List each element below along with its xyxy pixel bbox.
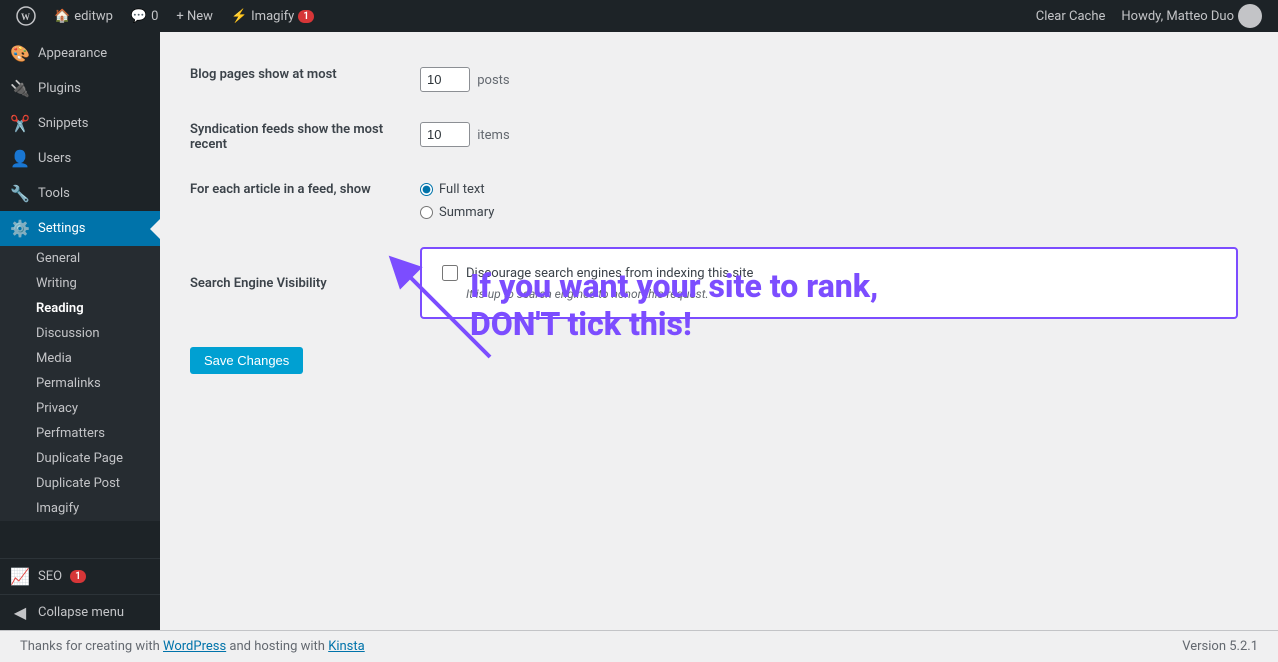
collapse-label: Collapse menu bbox=[38, 605, 124, 620]
feed-summary-label: Summary bbox=[439, 205, 494, 220]
user-label: Howdy, Matteo Duo bbox=[1121, 9, 1234, 24]
submenu-item-reading[interactable]: Reading bbox=[0, 296, 160, 321]
imagify-item[interactable]: ⚡ Imagify 1 bbox=[223, 0, 322, 32]
sidebar-item-label-snippets: Snippets bbox=[38, 116, 89, 131]
sidebar-item-label-tools: Tools bbox=[38, 186, 70, 201]
home-icon: 🏠 bbox=[54, 9, 70, 24]
sidebar-item-tools[interactable]: 🔧 Tools bbox=[0, 176, 160, 211]
sidebar-item-appearance[interactable]: 🎨 Appearance bbox=[0, 36, 160, 71]
site-name-item[interactable]: 🏠 editwp bbox=[46, 0, 121, 32]
clear-cache-item[interactable]: Clear Cache bbox=[1028, 0, 1114, 32]
collapse-menu-item[interactable]: ◀ Collapse menu bbox=[0, 595, 160, 630]
wp-logo-icon: W bbox=[16, 6, 36, 26]
comments-item[interactable]: 💬 0 bbox=[123, 0, 167, 32]
submenu-item-perfmatters[interactable]: Perfmatters bbox=[0, 421, 160, 446]
seo-icon: 📈 bbox=[10, 567, 30, 586]
submenu-item-general[interactable]: General bbox=[0, 246, 160, 271]
collapse-icon: ◀ bbox=[10, 603, 30, 622]
footer-kinsta-link[interactable]: Kinsta bbox=[328, 639, 365, 654]
submenu-item-discussion[interactable]: Discussion bbox=[0, 321, 160, 346]
new-item[interactable]: + New bbox=[168, 0, 221, 32]
save-changes-button[interactable]: Save Changes bbox=[190, 347, 303, 374]
settings-icon: ⚙️ bbox=[10, 219, 30, 238]
blog-pages-input[interactable] bbox=[420, 67, 470, 92]
sidebar-item-snippets[interactable]: ✂️ Snippets bbox=[0, 106, 160, 141]
submenu-item-duplicate-post[interactable]: Duplicate Post bbox=[0, 471, 160, 496]
imagify-label: Imagify bbox=[251, 9, 294, 24]
imagify-badge: 1 bbox=[298, 10, 314, 23]
feed-full-text-label: Full text bbox=[439, 182, 485, 197]
user-item[interactable]: Howdy, Matteo Duo bbox=[1113, 0, 1270, 32]
submenu-item-imagify[interactable]: Imagify bbox=[0, 496, 160, 521]
feed-article-label: For each article in a feed, show bbox=[190, 182, 371, 197]
submenu-item-writing[interactable]: Writing bbox=[0, 271, 160, 296]
submenu-item-privacy[interactable]: Privacy bbox=[0, 396, 160, 421]
sidebar-item-settings[interactable]: ⚙️ Settings bbox=[0, 211, 160, 246]
sidebar-item-label-users: Users bbox=[38, 151, 71, 166]
comment-icon: 💬 bbox=[131, 9, 147, 24]
feed-summary-radio[interactable] bbox=[420, 206, 433, 219]
seo-label: SEO bbox=[38, 569, 62, 584]
sidebar-item-users[interactable]: 👤 Users bbox=[0, 141, 160, 176]
feed-article-row: For each article in a feed, show Full te… bbox=[190, 167, 1248, 235]
users-icon: 👤 bbox=[10, 149, 30, 168]
wp-logo-item[interactable]: W bbox=[8, 0, 44, 32]
sidebar-item-seo[interactable]: 📈 SEO 1 bbox=[0, 559, 160, 594]
snippets-icon: ✂️ bbox=[10, 114, 30, 133]
sidebar-item-label-appearance: Appearance bbox=[38, 46, 107, 61]
syndication-unit: items bbox=[477, 128, 509, 143]
feed-radio-group: Full text Summary bbox=[420, 182, 1238, 220]
submenu-item-permalinks[interactable]: Permalinks bbox=[0, 371, 160, 396]
admin-bar: W 🏠 editwp 💬 0 + New ⚡ Imagify 1 Clear C… bbox=[0, 0, 1278, 32]
footer: Thanks for creating with WordPress and h… bbox=[0, 630, 1278, 662]
footer-left: Thanks for creating with WordPress and h… bbox=[20, 639, 365, 654]
sidebar: 🎨 Appearance 🔌 Plugins ✂️ Snippets 👤 Use… bbox=[0, 32, 160, 630]
svg-text:W: W bbox=[21, 12, 30, 22]
sidebar-item-label-plugins: Plugins bbox=[38, 81, 81, 96]
footer-thanks-text: Thanks for creating with bbox=[20, 639, 163, 654]
submenu-item-media[interactable]: Media bbox=[0, 346, 160, 371]
footer-wp-link[interactable]: WordPress bbox=[163, 639, 226, 654]
syndication-row: Syndication feeds show the most recent i… bbox=[190, 107, 1248, 167]
save-section: Save Changes If you want your site to ra… bbox=[190, 347, 1248, 374]
imagify-icon: ⚡ bbox=[231, 9, 247, 24]
sidebar-item-label-settings: Settings bbox=[38, 221, 85, 236]
clear-cache-label: Clear Cache bbox=[1036, 9, 1106, 24]
footer-hosting-text: and hosting with bbox=[229, 639, 328, 654]
blog-pages-row: Blog pages show at most posts bbox=[190, 52, 1248, 107]
blog-pages-unit: posts bbox=[477, 73, 509, 88]
sev-checkbox[interactable] bbox=[442, 265, 458, 281]
feed-full-text-radio[interactable] bbox=[420, 183, 433, 196]
user-avatar bbox=[1238, 4, 1262, 28]
seo-badge: 1 bbox=[70, 570, 86, 583]
blog-pages-label: Blog pages show at most bbox=[190, 67, 337, 82]
new-label: + New bbox=[176, 9, 213, 24]
syndication-input[interactable] bbox=[420, 122, 470, 147]
feed-summary-option[interactable]: Summary bbox=[420, 205, 1238, 220]
comments-count: 0 bbox=[151, 9, 158, 24]
footer-version: Version 5.2.1 bbox=[1182, 639, 1258, 654]
feed-full-text-option[interactable]: Full text bbox=[420, 182, 1238, 197]
plugins-icon: 🔌 bbox=[10, 79, 30, 98]
submenu-item-duplicate-page[interactable]: Duplicate Page bbox=[0, 446, 160, 471]
sidebar-item-plugins[interactable]: 🔌 Plugins bbox=[0, 71, 160, 106]
content-area: Blog pages show at most posts Syndicatio… bbox=[160, 32, 1278, 630]
appearance-icon: 🎨 bbox=[10, 44, 30, 63]
site-name: editwp bbox=[74, 9, 113, 24]
tools-icon: 🔧 bbox=[10, 184, 30, 203]
sev-label: Search Engine Visibility bbox=[190, 276, 327, 291]
syndication-label: Syndication feeds show the most recent bbox=[190, 122, 383, 152]
annotation-text-container: If you want your site to rank, DON'T tic… bbox=[470, 267, 970, 344]
annotation-text: If you want your site to rank, DON'T tic… bbox=[470, 267, 970, 344]
